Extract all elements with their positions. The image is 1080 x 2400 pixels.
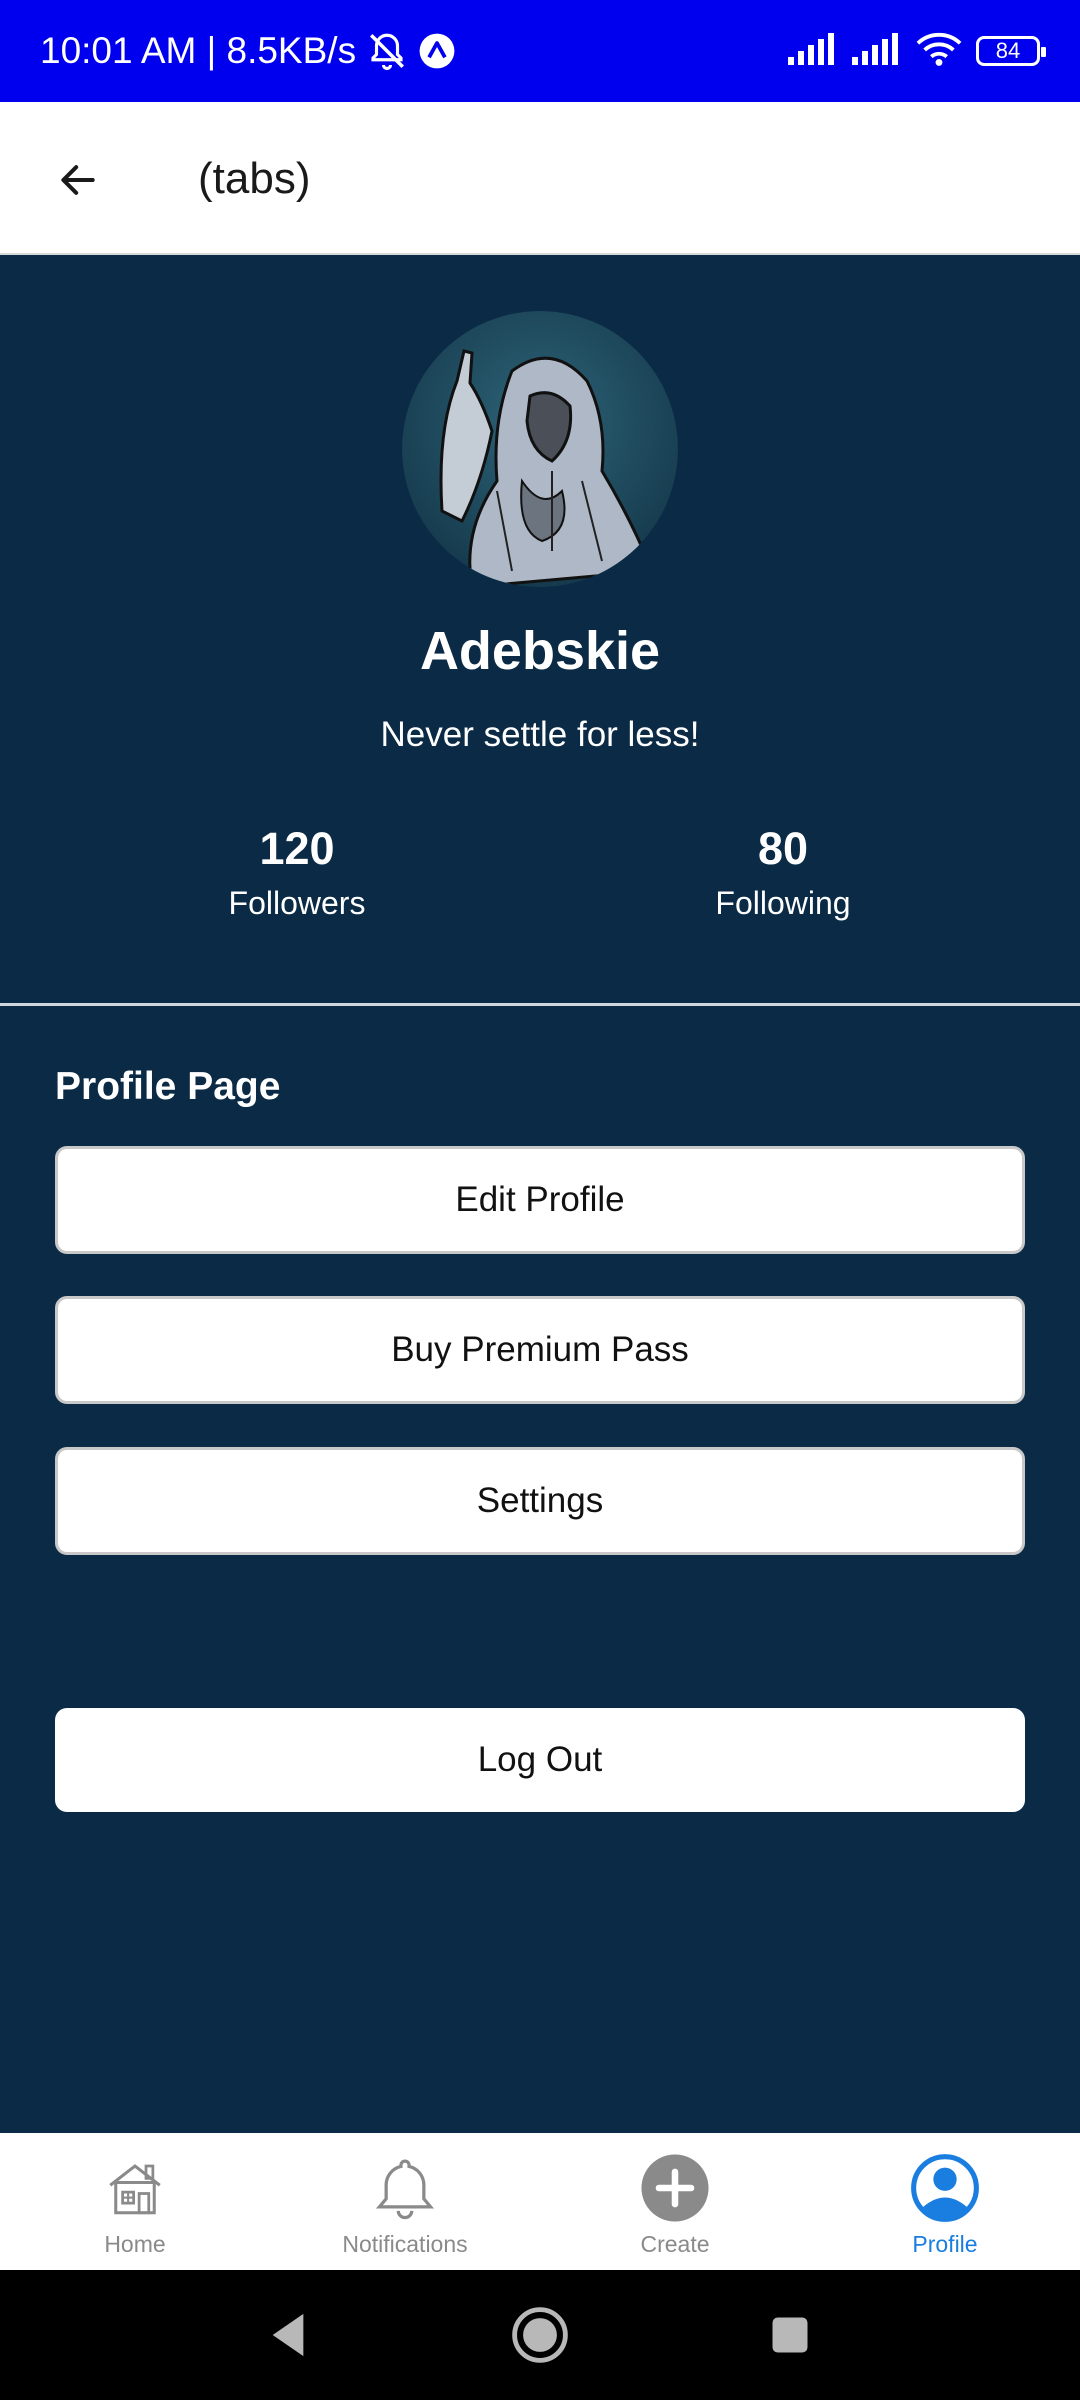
system-nav-bar [0, 2270, 1080, 2400]
battery-level: 84 [995, 38, 1021, 63]
bell-icon [372, 2151, 438, 2225]
avatar[interactable] [402, 311, 678, 587]
system-back-button[interactable] [228, 2270, 348, 2400]
tab-profile-label: Profile [912, 2231, 978, 2257]
status-right: 84 [788, 0, 1046, 102]
tab-notifications[interactable]: Notifications [270, 2133, 540, 2270]
username: Adebskie [419, 621, 661, 681]
app-bar: (tabs) [0, 102, 1080, 255]
page-title: (tabs) [198, 153, 311, 203]
edit-profile-button[interactable]: Edit Profile [55, 1146, 1025, 1254]
system-recents-button[interactable] [730, 2270, 850, 2400]
tab-create-label: Create [640, 2231, 710, 2257]
user-circle-icon [910, 2151, 980, 2225]
plus-circle-icon [640, 2151, 710, 2225]
system-home-button[interactable] [480, 2270, 600, 2400]
wifi-icon [916, 31, 962, 72]
section-title: Profile Page [55, 1065, 281, 1108]
tab-notifications-label: Notifications [342, 2231, 468, 2257]
following-label: Following [715, 885, 851, 921]
tab-home[interactable]: Home [0, 2133, 270, 2270]
status-time-speed: 10:01 AM | 8.5KB/s [40, 30, 357, 71]
bottom-nav: Home Notifications Create Profile [0, 2133, 1080, 2270]
square-recents-icon [772, 2317, 808, 2353]
following-stat[interactable]: 80 Following [633, 823, 933, 922]
settings-button[interactable]: Settings [55, 1447, 1025, 1555]
status-left: 10:01 AM | 8.5KB/s [40, 0, 456, 102]
signal-icon [788, 32, 838, 70]
following-count: 80 [757, 823, 809, 874]
log-out-button[interactable]: Log Out [55, 1708, 1025, 1812]
profile-header: Adebskie Never settle for less! 120 Foll… [0, 255, 1080, 1003]
arrow-left-icon [61, 165, 95, 195]
app-notification-icon [418, 32, 456, 70]
back-button[interactable] [40, 142, 116, 218]
divider [0, 1003, 1080, 1006]
status-bar: 10:01 AM | 8.5KB/s 84 [0, 0, 1080, 102]
followers-stat[interactable]: 120 Followers [147, 823, 447, 922]
bio: Never settle for less! [380, 715, 700, 754]
signal-icon-2 [852, 32, 902, 70]
followers-label: Followers [228, 885, 366, 921]
bell-off-icon [366, 30, 408, 72]
battery-icon: 84 [976, 36, 1046, 66]
followers-count: 120 [259, 823, 335, 874]
tab-create[interactable]: Create [540, 2133, 810, 2270]
tab-home-label: Home [104, 2231, 166, 2257]
tab-profile[interactable]: Profile [810, 2133, 1080, 2270]
circle-home-icon [512, 2307, 568, 2363]
buy-premium-button[interactable]: Buy Premium Pass [55, 1296, 1025, 1404]
house-icon [102, 2151, 168, 2225]
triangle-back-icon [272, 2313, 304, 2357]
